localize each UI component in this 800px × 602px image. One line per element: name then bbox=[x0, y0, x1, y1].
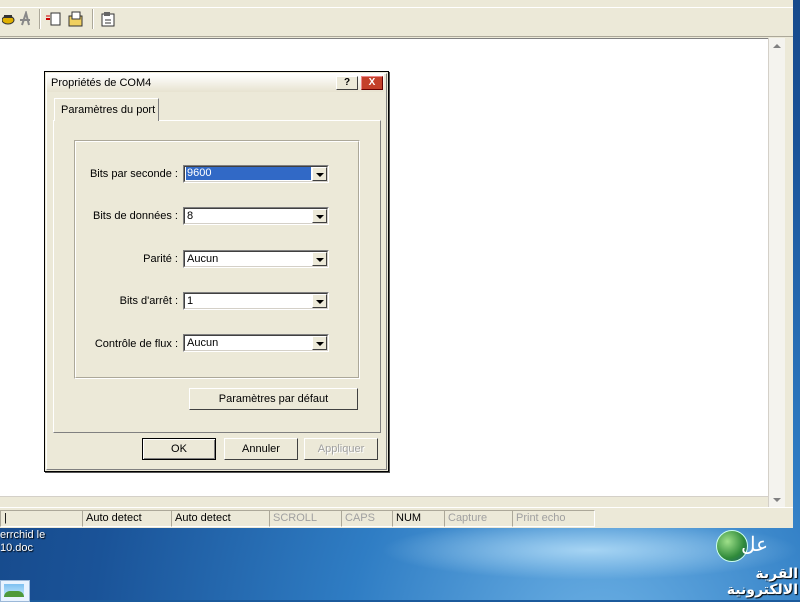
restore-defaults-button[interactable]: Paramètres par défaut bbox=[189, 388, 358, 410]
stop-bits-label: Bits d'arrêt : bbox=[119, 295, 178, 307]
ok-button[interactable]: OK bbox=[142, 438, 216, 460]
bits-per-second-value: 9600 bbox=[186, 167, 311, 180]
flow-control-value: Aucun bbox=[187, 337, 219, 349]
parity-select[interactable]: Aucun bbox=[183, 250, 329, 268]
disconnect-icon[interactable] bbox=[16, 10, 34, 28]
scroll-up-icon[interactable] bbox=[773, 44, 781, 48]
connection-time: | bbox=[0, 510, 83, 527]
chevron-down-icon[interactable] bbox=[312, 294, 327, 308]
emulation-type: Auto detect bbox=[82, 510, 172, 527]
chevron-down-icon[interactable] bbox=[312, 167, 327, 181]
stop-bits-value: 1 bbox=[187, 295, 194, 307]
toolbar bbox=[0, 0, 793, 37]
image-file-icon[interactable] bbox=[0, 580, 30, 602]
dialog-titlebar[interactable]: Propriétés de COM4 ? X bbox=[47, 74, 384, 92]
bits-per-second-select[interactable]: 9600 bbox=[183, 165, 329, 183]
tab-label: Paramètres du port bbox=[61, 104, 156, 116]
help-button[interactable]: ? bbox=[336, 76, 358, 90]
flow-control-select[interactable]: Aucun bbox=[183, 334, 329, 352]
cancel-button[interactable]: Annuler bbox=[224, 438, 298, 460]
desktop-file-label-line2: 10.doc bbox=[0, 542, 34, 554]
logo-text: القرية الالكترونية bbox=[726, 566, 798, 598]
scroll-status: SCROLL bbox=[269, 510, 342, 527]
chevron-down-icon[interactable] bbox=[312, 209, 327, 223]
parity-value: Aucun bbox=[187, 253, 219, 265]
num-status: NUM bbox=[392, 510, 445, 527]
caps-status: CAPS bbox=[341, 510, 393, 527]
dialog-title: Propriétés de COM4 bbox=[51, 77, 152, 89]
scroll-down-icon[interactable] bbox=[773, 498, 781, 502]
capture-status: Capture bbox=[444, 510, 513, 527]
watermark-logo: عل القرية الالكترونية bbox=[686, 526, 798, 598]
logo-script: عل bbox=[741, 532, 769, 556]
data-bits-select[interactable]: 8 bbox=[183, 207, 329, 225]
bits-per-second-label: Bits par seconde : bbox=[89, 168, 178, 180]
print-echo-status: Print echo bbox=[512, 510, 595, 527]
status-bar: | Auto detect Auto detect SCROLL CAPS NUM Capt… bbox=[0, 507, 793, 528]
stop-bits-select[interactable]: 1 bbox=[183, 292, 329, 310]
data-bits-value: 8 bbox=[187, 210, 194, 222]
data-bits-label: Bits de données : bbox=[92, 210, 178, 222]
chevron-down-icon[interactable] bbox=[312, 252, 327, 266]
desktop-file-label-line1: errchid le bbox=[0, 529, 46, 541]
flow-control-label: Contrôle de flux : bbox=[94, 338, 178, 350]
vertical-scrollbar[interactable] bbox=[768, 38, 785, 508]
receive-icon[interactable] bbox=[67, 10, 85, 28]
desktop-file-label[interactable]: errchid le 10.doc bbox=[0, 529, 45, 555]
chevron-down-icon[interactable] bbox=[312, 336, 327, 350]
toolbar-separator bbox=[92, 9, 94, 29]
close-button[interactable]: X bbox=[361, 76, 383, 90]
toolbar-separator bbox=[39, 9, 41, 29]
apply-button[interactable]: Appliquer bbox=[304, 438, 378, 460]
parity-label: Parité : bbox=[143, 253, 178, 265]
send-icon[interactable] bbox=[45, 10, 63, 28]
tab-port-settings[interactable]: Paramètres du port bbox=[54, 98, 159, 121]
properties-icon[interactable] bbox=[99, 10, 117, 28]
port-settings: Auto detect bbox=[171, 510, 270, 527]
